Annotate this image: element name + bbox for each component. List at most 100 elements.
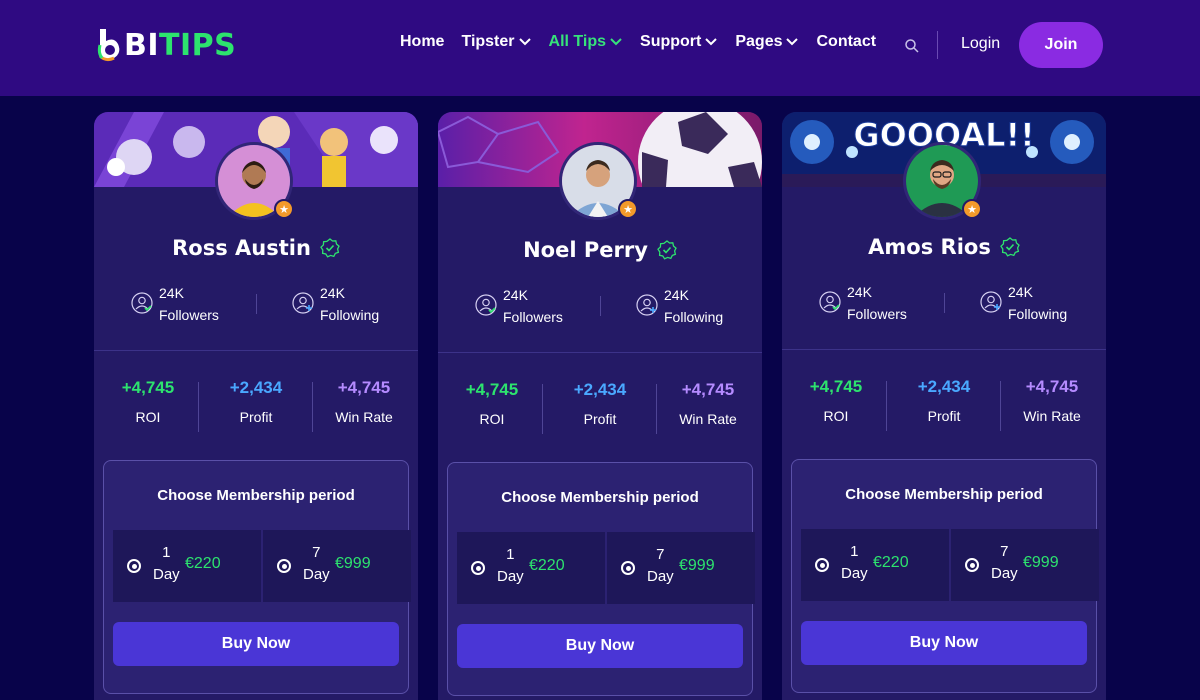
nav-contact-label: Contact xyxy=(816,33,877,50)
followers-stat[interactable]: 24K Followers xyxy=(131,282,219,326)
duration-unit: Day xyxy=(153,566,180,583)
following-count: 24K xyxy=(320,285,345,301)
duration-unit: Day xyxy=(647,568,674,585)
followers-label: Followers xyxy=(503,309,563,325)
win-rate-stat: +4,745 Win Rate xyxy=(314,376,414,428)
performance-stats: +4,745 ROI +2,434 Profit +4,745 Win Rate xyxy=(438,378,762,434)
win-rate-stat: +4,745 Win Rate xyxy=(1002,375,1102,427)
duration-number: 7 xyxy=(656,546,665,563)
nav-pages[interactable]: Pages xyxy=(735,33,799,51)
avatar[interactable]: ★ xyxy=(559,142,638,220)
radio-button[interactable] xyxy=(621,561,635,575)
win-rate-label: Win Rate xyxy=(679,411,737,427)
roi-value: +4,745 xyxy=(121,378,175,397)
avatar[interactable]: ★ xyxy=(903,142,982,220)
membership-option-1-day[interactable]: 1 Day €220 xyxy=(113,530,261,602)
nav-support[interactable]: Support xyxy=(640,33,718,51)
win-rate-label: Win Rate xyxy=(1023,408,1081,424)
followers-stat[interactable]: 24K Followers xyxy=(819,281,907,325)
radio-button[interactable] xyxy=(815,558,829,572)
following-stat[interactable]: 24K Following xyxy=(636,284,723,328)
membership-option-7-day[interactable]: 7 Day €999 xyxy=(263,530,411,602)
buy-now-button[interactable]: Buy Now xyxy=(457,624,743,668)
tipster-card: GOOOAL!! ★ Amos Rios 24K Followers 24K F… xyxy=(782,112,1106,700)
membership-title: Choose Membership period xyxy=(845,486,1043,503)
option-price: €220 xyxy=(529,557,565,574)
radio-button[interactable] xyxy=(471,561,485,575)
profit-label: Profit xyxy=(927,408,961,424)
card-divider xyxy=(94,350,418,351)
profit-stat: +2,434 Profit xyxy=(894,375,994,427)
logo-text-bi: BI xyxy=(124,27,160,63)
membership-option-1-day[interactable]: 1 Day €220 xyxy=(801,529,949,601)
logo-icon xyxy=(96,27,122,63)
logo[interactable]: BITIPS xyxy=(96,27,236,63)
login-link[interactable]: Login xyxy=(961,35,1000,53)
option-price: €999 xyxy=(679,557,715,574)
card-divider xyxy=(782,349,1106,350)
membership-box: Choose Membership period 1 Day €220 7 Day … xyxy=(791,459,1099,693)
following-stat[interactable]: 24K Following xyxy=(980,281,1067,325)
performance-stats: +4,745 ROI +2,434 Profit +4,745 Win Rate xyxy=(94,376,418,432)
duration-number: 1 xyxy=(506,546,515,563)
buy-now-button[interactable]: Buy Now xyxy=(801,621,1087,665)
duration-number: 1 xyxy=(162,544,171,561)
profit-label: Profit xyxy=(239,409,273,425)
followers-stat[interactable]: 24K Followers xyxy=(475,284,563,328)
membership-option-1-day[interactable]: 1 Day €220 xyxy=(457,532,605,604)
nav-home[interactable]: Home xyxy=(400,33,444,51)
radio-button[interactable] xyxy=(965,558,979,572)
site-header: BITIPS Home Tipster All Tips Support Pag… xyxy=(0,0,1200,96)
nav-tipster[interactable]: Tipster xyxy=(461,33,531,51)
nav-contact[interactable]: Contact xyxy=(816,33,876,51)
membership-option-7-day[interactable]: 7 Day €999 xyxy=(951,529,1099,601)
membership-option-7-day[interactable]: 7 Day €999 xyxy=(607,532,755,604)
star-badge-icon: ★ xyxy=(962,199,982,219)
duration-number: 7 xyxy=(1000,543,1009,560)
search-icon[interactable] xyxy=(904,38,920,54)
radio-button[interactable] xyxy=(277,559,291,573)
following-label: Following xyxy=(1008,306,1068,322)
following-label: Following xyxy=(320,307,380,323)
option-price: €220 xyxy=(873,554,909,571)
user-check-icon xyxy=(475,294,497,316)
roi-stat: +4,745 ROI xyxy=(786,375,886,427)
duration-number: 1 xyxy=(850,543,859,560)
option-price: €999 xyxy=(1023,554,1059,571)
nav-all-tips[interactable]: All Tips xyxy=(549,33,624,51)
following-stat[interactable]: 24K Following xyxy=(292,282,379,326)
nav-tipster-label: Tipster xyxy=(461,33,515,50)
roi-stat: +4,745 ROI xyxy=(98,376,198,428)
main-nav: Home Tipster All Tips Support Pages Cont… xyxy=(400,33,893,51)
follow-divider xyxy=(944,293,945,313)
user-plus-icon xyxy=(292,292,314,314)
logo-text-tips: TIPS xyxy=(159,27,237,63)
buy-now-button[interactable]: Buy Now xyxy=(113,622,399,666)
header-divider xyxy=(937,31,938,59)
user-plus-icon xyxy=(980,291,1002,313)
roi-value: +4,745 xyxy=(809,377,863,396)
join-button[interactable]: Join xyxy=(1019,22,1103,68)
roi-label: ROI xyxy=(823,408,849,424)
card-divider xyxy=(438,352,762,353)
user-plus-icon xyxy=(636,294,658,316)
following-label: Following xyxy=(664,309,724,325)
followers-label: Followers xyxy=(847,306,907,322)
avatar[interactable]: ★ xyxy=(215,142,294,220)
profit-value: +2,434 xyxy=(229,378,283,397)
win-rate-label: Win Rate xyxy=(335,409,393,425)
followers-count: 24K xyxy=(847,284,872,300)
profit-stat: +2,434 Profit xyxy=(206,376,306,428)
option-price: €220 xyxy=(185,555,221,572)
roi-label: ROI xyxy=(479,411,505,427)
verified-icon xyxy=(657,240,677,260)
profit-label: Profit xyxy=(583,411,617,427)
tipster-name: Amos Rios xyxy=(868,235,991,259)
verified-icon xyxy=(320,238,340,258)
followers-count: 24K xyxy=(503,287,528,303)
follow-divider xyxy=(600,296,601,316)
radio-button[interactable] xyxy=(127,559,141,573)
chevron-down-icon xyxy=(518,38,531,46)
membership-box: Choose Membership period 1 Day €220 7 Day … xyxy=(103,460,411,694)
follow-stats: 24K Followers 24K Following xyxy=(782,281,1106,325)
